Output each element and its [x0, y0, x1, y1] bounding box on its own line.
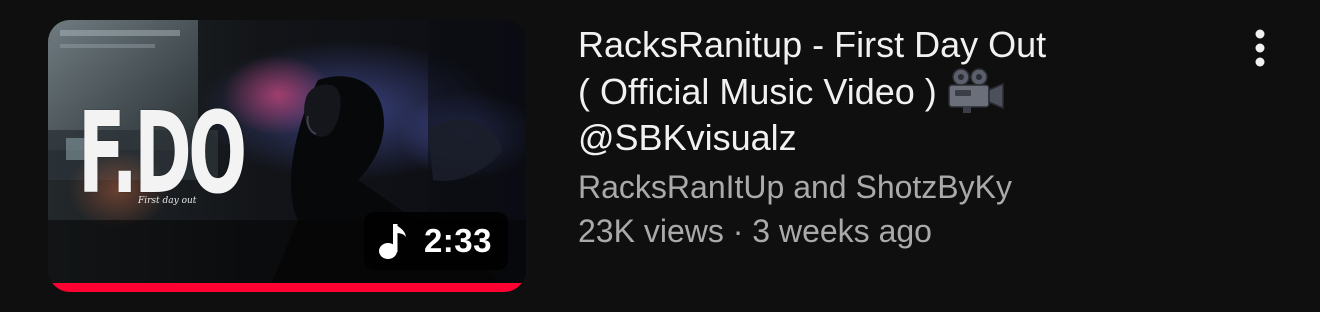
- more-vertical-icon: [1255, 29, 1265, 67]
- more-options-button[interactable]: [1240, 26, 1280, 70]
- thumbnail-logo-text: F.DO: [78, 89, 247, 219]
- upload-age: 3 weeks ago: [752, 213, 932, 249]
- video-title[interactable]: RacksRanitup - First Day Out ( Official …: [578, 22, 1188, 161]
- video-title-line-2-wrap: ( Official Music Video ): [578, 68, 1188, 115]
- channel-name[interactable]: RacksRanItUp and ShotzByKy: [578, 165, 1188, 209]
- watch-progress-bar: [48, 283, 526, 292]
- video-title-line-1: RacksRanitup - First Day Out: [578, 24, 1047, 65]
- video-metadata: 23K views · 3 weeks ago: [578, 209, 1188, 253]
- video-title-line-3: @SBKvisualz: [578, 117, 797, 158]
- music-note-icon: [378, 224, 406, 259]
- video-list-item[interactable]: F.DO First day out 2:33 RacksRanitup - F…: [0, 0, 1320, 312]
- video-thumbnail[interactable]: F.DO First day out 2:33: [48, 20, 526, 292]
- view-count: 23K views: [578, 213, 724, 249]
- thumbnail-logo-subtitle: First day out: [138, 196, 197, 206]
- metadata-separator: ·: [732, 213, 744, 249]
- video-details: RacksRanitup - First Day Out ( Official …: [578, 22, 1188, 253]
- watch-progress-fill: [48, 283, 526, 292]
- duration-badge: 2:33: [363, 212, 508, 270]
- video-title-line-2: ( Official Music Video ): [578, 71, 937, 112]
- movie-camera-icon: [948, 68, 1004, 113]
- duration-text: 2:33: [423, 222, 492, 259]
